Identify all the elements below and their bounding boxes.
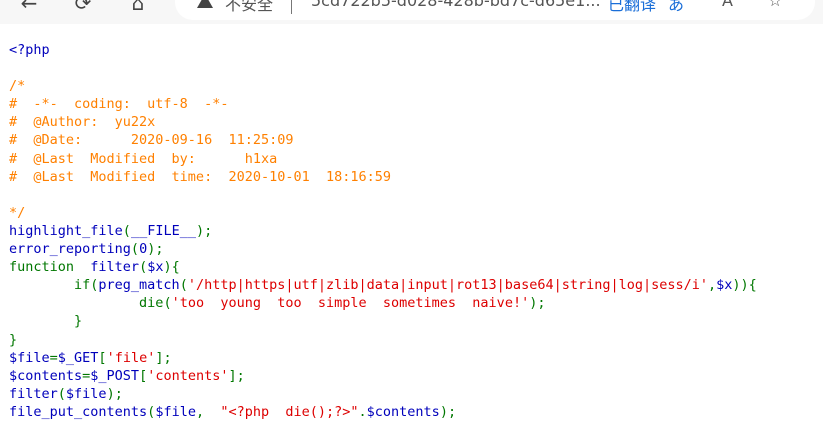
code-token: ( — [122, 222, 131, 239]
code-token: $contents — [366, 403, 440, 420]
code-line: } — [9, 331, 757, 349]
code-token: , — [708, 277, 717, 294]
code-line: # @Author: yu22x — [9, 113, 757, 131]
code-token: ); — [147, 241, 164, 258]
security-label[interactable]: 不安全 — [225, 0, 273, 15]
code-token: ]; — [228, 367, 245, 384]
code-token: preg_match — [98, 277, 180, 294]
code-token: 'file' — [106, 349, 156, 366]
back-arrow-icon[interactable]: ← — [12, 0, 46, 20]
code-token: filter — [90, 259, 140, 276]
code-token: = — [49, 349, 58, 366]
code-token: ); — [106, 385, 123, 402]
code-token: $file — [155, 403, 196, 420]
code-line: # @Last Modified time: 2020-10-01 18:16:… — [9, 168, 757, 186]
code-token: function — [9, 259, 91, 276]
code-token: $_POST — [90, 367, 140, 384]
url-text[interactable]: 5cd722b5-d028-428b-bd7c-d65e1... — [311, 0, 601, 10]
code-token: $x — [716, 277, 733, 294]
browser-toolbar: ← ⟳ ⌂ 不安全 5cd722b5-d028-428b-bd7c-d65e1.… — [0, 0, 823, 24]
code-line: <?php — [9, 41, 757, 59]
code-token: . — [358, 403, 367, 420]
code-token: __FILE__ — [130, 222, 196, 239]
code-token: ( — [130, 241, 140, 258]
code-token: [ — [98, 349, 107, 366]
code-token: $x — [147, 259, 164, 276]
code-token: # @Last Modified by: h1xa — [9, 150, 278, 167]
code-token: ); — [529, 295, 546, 312]
code-token: , — [195, 403, 221, 420]
php-source-code: <?php /* # -*- coding: utf-8 -*- # @Author:… — [9, 41, 757, 421]
code-line: filter($file); — [9, 385, 757, 403]
code-line: # -*- coding: utf-8 -*- — [9, 95, 757, 113]
code-token: file_put_contents — [9, 403, 148, 420]
code-token: 0 — [139, 241, 148, 258]
address-separator — [291, 0, 292, 14]
code-token: if( — [9, 277, 99, 294]
code-token: die — [139, 295, 164, 312]
code-line: function filter($x){ — [9, 258, 757, 276]
code-token: ]; — [155, 349, 172, 366]
home-icon[interactable]: ⌂ — [121, 0, 155, 20]
translate-icon[interactable]: あ — [668, 0, 684, 15]
code-token: ); — [195, 222, 213, 239]
warning-icon[interactable] — [197, 0, 213, 8]
code-token: highlight_file — [9, 222, 123, 239]
code-token: '/http|https|utf|zlib|data|input|rot13|b… — [187, 277, 708, 294]
translated-label[interactable]: 已翻译 — [608, 0, 656, 15]
code-token: /* — [9, 78, 26, 95]
code-token: # @Date: 2020-09-16 11:25:09 — [9, 132, 294, 149]
code-token: error_reporting — [9, 241, 131, 258]
code-token: $file — [9, 349, 50, 366]
code-line: # @Last Modified by: h1xa — [9, 150, 757, 168]
code-line: file_put_contents($file, "<?php die();?>… — [9, 403, 757, 421]
code-token: [ — [139, 367, 148, 384]
code-token: <?php — [9, 42, 50, 58]
code-token: 'too young too simple sometimes naive!' — [171, 295, 530, 312]
code-token: ){ — [163, 259, 180, 276]
code-line: $file=$_GET['file']; — [9, 349, 757, 367]
code-token: "<?php die();?>" — [220, 403, 359, 420]
code-line: $contents=$_POST['contents']; — [9, 367, 757, 385]
code-token: */ — [9, 204, 26, 221]
code-token: # -*- coding: utf-8 -*- — [9, 96, 229, 113]
code-token: )){ — [732, 277, 757, 294]
favorite-star-icon[interactable]: ☆ — [768, 0, 782, 10]
read-aloud-icon[interactable]: A — [722, 0, 733, 10]
code-token: ( — [179, 277, 188, 294]
code-line: */ — [9, 204, 757, 222]
code-token: # @Last Modified time: 2020-10-01 18:16:… — [9, 168, 392, 185]
code-token: ); — [439, 403, 457, 420]
code-token: ( — [163, 295, 172, 312]
code-token: # @Author: yu22x — [9, 114, 156, 131]
refresh-icon[interactable]: ⟳ — [66, 0, 100, 20]
code-line: /* — [9, 77, 757, 95]
code-token: 'contents' — [147, 367, 229, 384]
code-token: } — [9, 313, 83, 330]
code-token: filter — [9, 385, 58, 402]
code-line: highlight_file(__FILE__); — [9, 222, 757, 240]
code-token: ( — [57, 385, 66, 402]
code-token: } — [9, 331, 18, 348]
code-line: if(preg_match('/http|https|utf|zlib|data… — [9, 276, 757, 294]
code-line: die('too young too simple sometimes naiv… — [9, 294, 757, 312]
code-token: $contents — [9, 367, 83, 384]
code-line: } — [9, 312, 757, 330]
code-token: $file — [65, 385, 107, 402]
code-token: $_GET — [57, 349, 99, 366]
code-token: ( — [139, 259, 148, 276]
code-line: error_reporting(0); — [9, 240, 757, 258]
code-line: # @Date: 2020-09-16 11:25:09 — [9, 131, 757, 149]
